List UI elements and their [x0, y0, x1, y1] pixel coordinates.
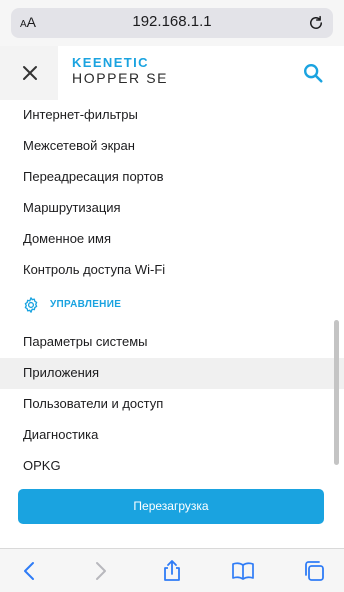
search-icon[interactable]	[302, 62, 324, 84]
logo-line2: HOPPER SE	[72, 70, 169, 86]
menu-item-firewall[interactable]: Межсетевой экран	[0, 131, 344, 162]
menu-item-diagnostics[interactable]: Диагностика	[0, 420, 344, 451]
menu-item-wifi-access-control[interactable]: Контроль доступа Wi-Fi	[0, 255, 344, 286]
menu-item-system-settings[interactable]: Параметры системы	[0, 327, 344, 358]
reload-icon[interactable]	[307, 14, 325, 32]
forward-icon[interactable]	[88, 559, 112, 583]
address-bar[interactable]: AA 192.168.1.1	[11, 8, 333, 38]
menu-item-internet-filters[interactable]: Интернет-фильтры	[0, 100, 344, 131]
share-icon[interactable]	[160, 559, 184, 583]
section-management[interactable]: УПРАВЛЕНИЕ	[0, 296, 344, 320]
bookmarks-icon[interactable]	[231, 559, 255, 583]
menu-item-port-forwarding[interactable]: Переадресация портов	[0, 162, 344, 193]
browser-address-area: AA 192.168.1.1	[0, 0, 344, 46]
keenetic-logo: KEENETIC HOPPER SE	[72, 55, 169, 87]
url-field[interactable]: 192.168.1.1	[11, 13, 333, 30]
navigation-menu: Интернет-фильтры Межсетевой экран Переад…	[0, 100, 344, 548]
back-icon[interactable]	[18, 559, 42, 583]
tabs-icon[interactable]	[302, 559, 326, 583]
gear-icon	[24, 297, 38, 313]
section-title: УПРАВЛЕНИЕ	[50, 299, 122, 310]
menu-item-opkg[interactable]: OPKG	[0, 451, 344, 482]
reboot-button[interactable]: Перезагрузка	[18, 489, 324, 524]
close-icon[interactable]	[18, 61, 42, 85]
browser-toolbar	[0, 548, 344, 592]
menu-item-users-access[interactable]: Пользователи и доступ	[0, 389, 344, 420]
logo-line1: KEENETIC	[72, 55, 149, 70]
menu-scrollbar[interactable]	[334, 320, 339, 465]
menu-item-domain-name[interactable]: Доменное имя	[0, 224, 344, 255]
menu-item-routing[interactable]: Маршрутизация	[0, 193, 344, 224]
menu-item-applications[interactable]: Приложения	[0, 358, 344, 389]
app-header: KEENETIC HOPPER SE	[0, 46, 344, 100]
